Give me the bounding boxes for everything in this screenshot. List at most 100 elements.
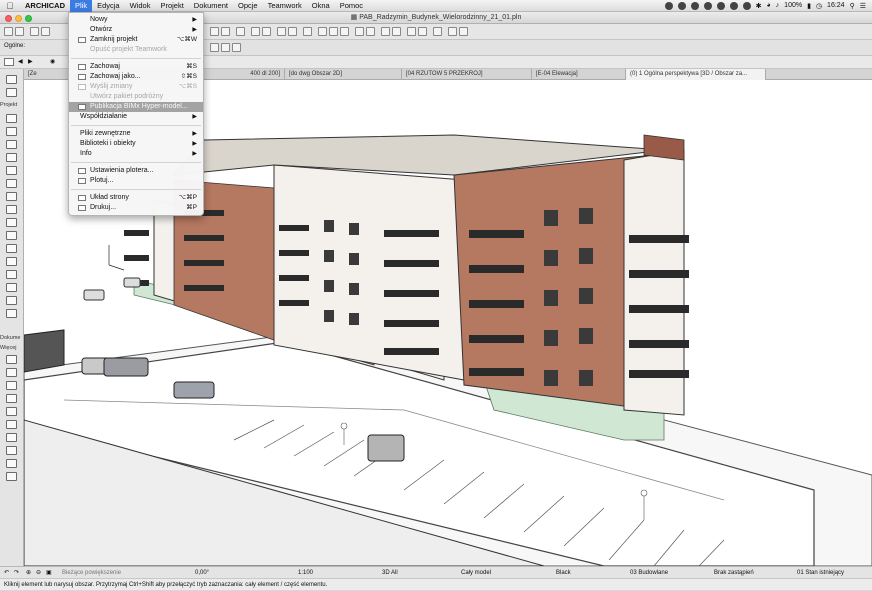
curtain-wall-tool-icon[interactable] [6,257,17,266]
notification-list-icon[interactable]: ☰ [860,2,866,10]
status-icon-3[interactable] [690,1,699,10]
menu-opcje[interactable]: Opcje [233,0,263,12]
zoom-out-icon[interactable] [329,27,338,36]
hotspot-tool-icon[interactable] [6,459,17,468]
search-icon[interactable]: ⚲ [850,2,855,10]
new-icon[interactable] [30,27,39,36]
distribute-icon[interactable] [262,27,271,36]
menu-item-plotter-setup[interactable]: Ustawienia plotera... [69,166,203,176]
3d-cutting-planes-icon[interactable] [392,27,401,36]
rotate-icon[interactable] [277,27,286,36]
tab-view-4[interactable]: [04 RZUTOW 5 PRZEKROJ] [402,69,532,80]
line-tool-icon[interactable] [6,407,17,416]
menu-item-save-as[interactable]: Zachowaj jako... ⇧⌘S [69,72,203,82]
status-icon-5[interactable] [716,1,725,10]
dimension-tool-icon[interactable] [6,355,17,364]
arc-tool-icon[interactable] [6,420,17,429]
menu-okna[interactable]: Okna [307,0,335,12]
marquee-tool-icon[interactable] [221,27,230,36]
tab-view-5[interactable]: [E-04 Elewacja] [532,69,626,80]
library-icon[interactable] [459,27,468,36]
status-icon-1[interactable] [664,1,673,10]
menu-plik[interactable]: Plik [70,0,93,12]
column-tool-icon[interactable] [6,153,17,162]
status-icon-7[interactable] [742,1,751,10]
orbit-icon[interactable] [355,27,364,36]
window-tool-icon[interactable] [6,140,17,149]
menu-widok[interactable]: Widok [125,0,156,12]
menu-dokument[interactable]: Dokument [189,0,233,12]
menu-projekt[interactable]: Projekt [155,0,188,12]
status-icon-4[interactable] [703,1,712,10]
zone-tool-icon[interactable] [6,296,17,305]
text-tool-icon[interactable] [6,368,17,377]
pet-palette-icon-2[interactable] [221,43,230,52]
marquee-tool-icon[interactable] [6,88,17,97]
send-receive-icon[interactable] [418,27,427,36]
menu-edycja[interactable]: Edycja [92,0,125,12]
3d-view-icon[interactable] [381,27,390,36]
menu-pomoc[interactable]: Pomoc [335,0,368,12]
fill-tool-icon[interactable] [6,394,17,403]
wall-tool-icon[interactable] [6,114,17,123]
railing-tool-icon[interactable] [6,205,17,214]
status-icon-2[interactable] [677,1,686,10]
nav-back-icon[interactable]: ◀ [18,58,23,65]
menu-item-page-setup[interactable]: Układ strony ⌥⌘P [69,193,203,203]
elevate-icon[interactable] [303,27,312,36]
publish-icon[interactable] [448,27,457,36]
menu-teamwork[interactable]: Teamwork [263,0,307,12]
morph-tool-icon[interactable] [6,270,17,279]
menubar-clock[interactable]: 16:24 [827,2,845,9]
volume-icon[interactable]: ♪ [776,2,780,9]
slab-tool-icon[interactable] [6,179,17,188]
align-icon[interactable] [251,27,260,36]
menu-item-save[interactable]: Zachowaj ⌘S [69,62,203,72]
pet-palette-icon-1[interactable] [210,43,219,52]
project-map-icon[interactable]: ◉ [50,58,55,65]
arrow-tool-icon[interactable] [210,27,219,36]
menu-item-info[interactable]: Info ▶ [69,149,203,159]
redo-icon[interactable] [15,27,24,36]
beam-tool-icon[interactable] [6,166,17,175]
figure-tool-icon[interactable] [6,472,17,481]
navigator-icon[interactable] [4,58,14,66]
status-icon-6[interactable] [729,1,738,10]
menu-item-new[interactable]: Nowy ▶ [69,15,203,25]
tab-view-3d-perspective[interactable]: (0) 1 Ogólna perspektywa [3D / Obszar za… [626,69,766,80]
bluetooth-icon[interactable]: ✱ [756,2,762,10]
apple-menu-icon[interactable]:  [0,1,20,11]
menu-item-external-files[interactable]: Pliki zewnętrzne ▶ [69,129,203,139]
teamwork-icon[interactable] [407,27,416,36]
menu-item-libraries[interactable]: Biblioteki i obiekty ▶ [69,139,203,149]
menu-item-interoperability[interactable]: Współdziałanie ▶ [69,112,203,122]
menu-item-plot[interactable]: Plotuj... [69,176,203,186]
tab-view-3[interactable]: [do dwg Obszar 2D] [285,69,402,80]
menu-item-bimx-publish[interactable]: Publikacja BIMx Hyper-model... [69,102,203,112]
wifi-icon[interactable]: ◕ [766,2,770,9]
bimx-icon[interactable] [433,27,442,36]
menu-item-print[interactable]: Drukuj... ⌘P [69,203,203,213]
fit-in-window-icon[interactable] [340,27,349,36]
door-tool-icon[interactable] [6,127,17,136]
pet-palette-icon-3[interactable] [232,43,241,52]
stair-tool-icon[interactable] [6,192,17,201]
object-tool-icon[interactable] [6,283,17,292]
spline-tool-icon[interactable] [6,446,17,455]
explore-icon[interactable] [366,27,375,36]
zoom-in-icon[interactable] [318,27,327,36]
polyline-tool-icon[interactable] [6,433,17,442]
label-tool-icon[interactable] [6,381,17,390]
battery-icon[interactable]: ▮ [807,2,811,10]
menu-item-close-project[interactable]: Zamknij projekt ⌥⌘W [69,35,203,45]
arrow-tool-icon[interactable] [6,75,17,84]
mesh-tool-icon[interactable] [6,309,17,318]
layout-icon[interactable] [236,27,245,36]
undo-icon[interactable] [4,27,13,36]
skylight-tool-icon[interactable] [6,244,17,253]
menu-item-open[interactable]: Otwórz ▶ [69,25,203,35]
mirror-icon[interactable] [288,27,297,36]
nav-forward-icon[interactable]: ▶ [28,58,33,65]
open-icon[interactable] [41,27,50,36]
menu-app-archicad[interactable]: ARCHICAD [20,0,70,12]
